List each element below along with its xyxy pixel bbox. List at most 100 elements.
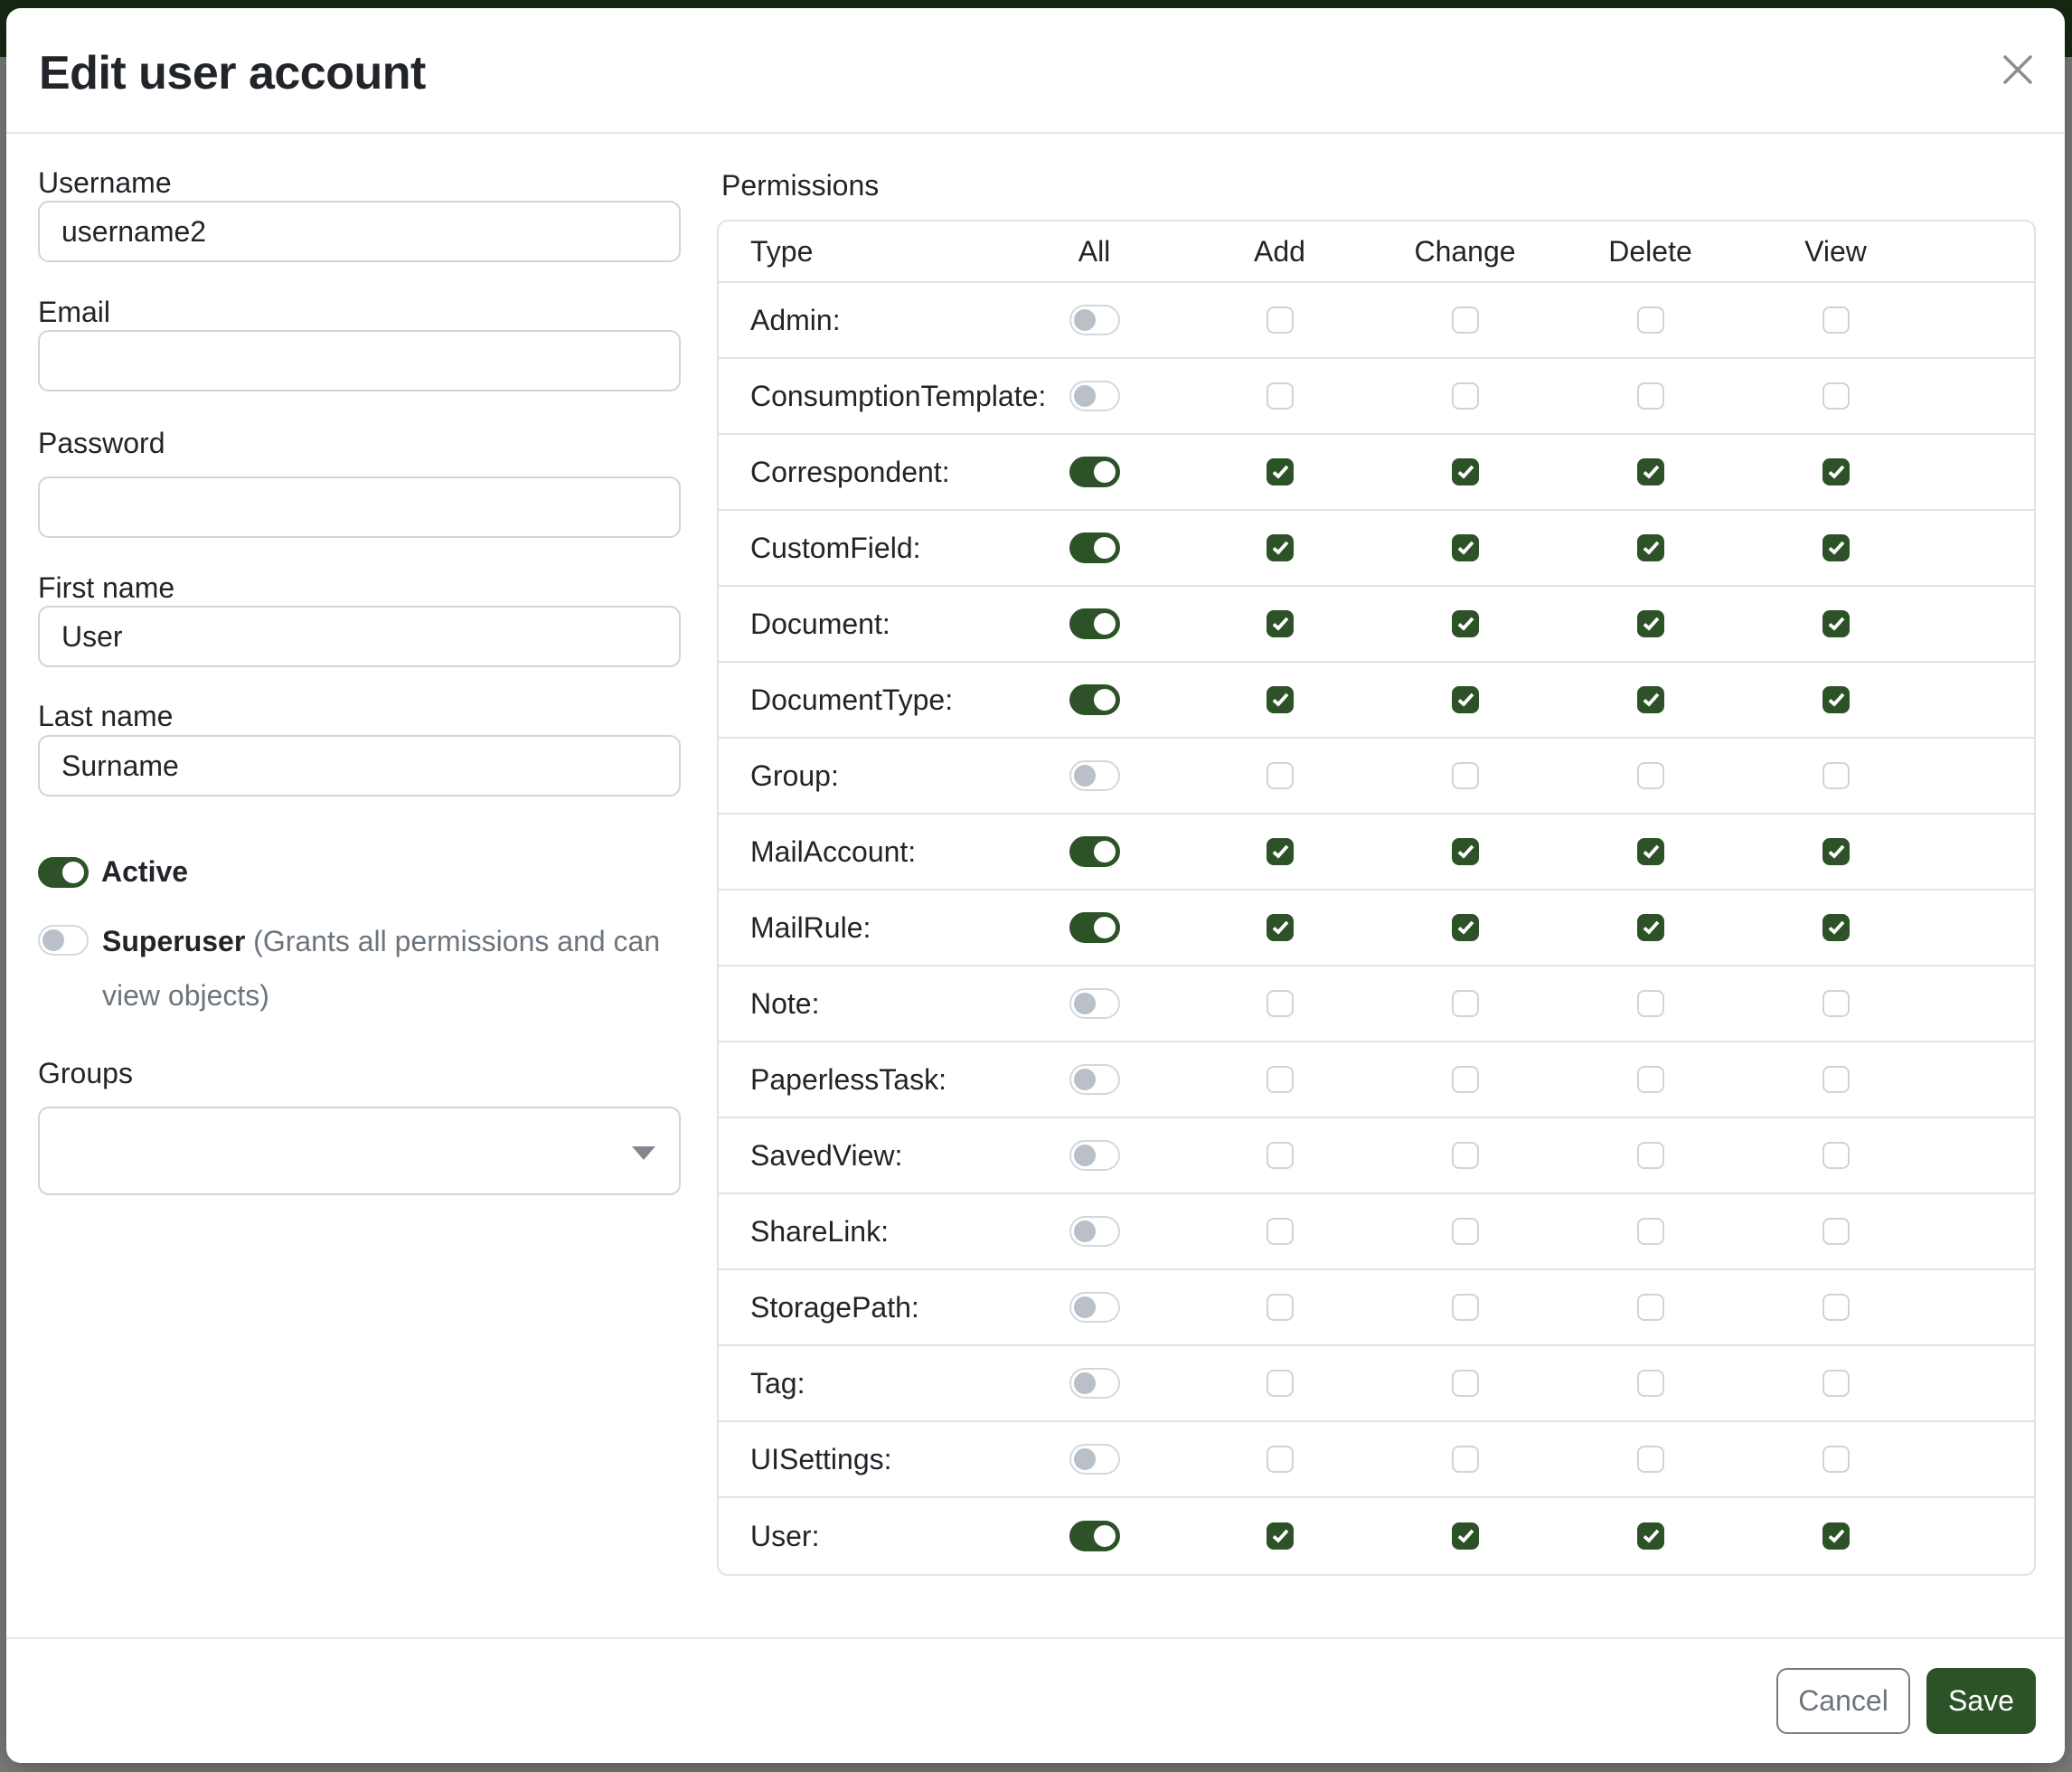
permission-all-toggle[interactable] bbox=[1069, 1292, 1120, 1323]
permission-add-checkbox[interactable] bbox=[1267, 458, 1294, 485]
permission-view-checkbox[interactable] bbox=[1822, 1522, 1850, 1550]
permission-all-toggle[interactable] bbox=[1069, 381, 1120, 411]
permission-add-checkbox[interactable] bbox=[1267, 990, 1294, 1017]
permission-all-toggle[interactable] bbox=[1069, 1521, 1120, 1551]
permission-view-checkbox[interactable] bbox=[1822, 1446, 1850, 1473]
permission-row: ShareLink: bbox=[719, 1194, 2034, 1270]
permission-all-toggle[interactable] bbox=[1069, 305, 1120, 335]
permission-change-checkbox[interactable] bbox=[1452, 534, 1479, 561]
permission-add-checkbox[interactable] bbox=[1267, 1294, 1294, 1321]
permission-add-checkbox[interactable] bbox=[1267, 686, 1294, 713]
permission-add-checkbox[interactable] bbox=[1267, 762, 1294, 789]
permission-add-checkbox[interactable] bbox=[1267, 1142, 1294, 1169]
permission-delete-checkbox[interactable] bbox=[1637, 458, 1664, 485]
permission-delete-checkbox[interactable] bbox=[1637, 1294, 1664, 1321]
first-name-input[interactable] bbox=[38, 606, 681, 667]
cancel-button[interactable]: Cancel bbox=[1776, 1668, 1910, 1734]
permission-view-checkbox[interactable] bbox=[1822, 382, 1850, 410]
permission-add-checkbox[interactable] bbox=[1267, 382, 1294, 410]
last-name-input[interactable] bbox=[38, 735, 681, 796]
permission-add-checkbox[interactable] bbox=[1267, 1218, 1294, 1245]
permission-delete-checkbox[interactable] bbox=[1637, 1218, 1664, 1245]
permission-add-checkbox[interactable] bbox=[1267, 1066, 1294, 1093]
permission-view-checkbox[interactable] bbox=[1822, 1142, 1850, 1169]
permission-change-checkbox[interactable] bbox=[1452, 1066, 1479, 1093]
permission-view-checkbox[interactable] bbox=[1822, 534, 1850, 561]
permission-view-checkbox[interactable] bbox=[1822, 914, 1850, 941]
permission-all-toggle[interactable] bbox=[1069, 1216, 1120, 1247]
permission-add-checkbox[interactable] bbox=[1267, 1446, 1294, 1473]
permission-delete-checkbox[interactable] bbox=[1637, 1370, 1664, 1397]
permission-view-checkbox[interactable] bbox=[1822, 1066, 1850, 1093]
permission-all-toggle[interactable] bbox=[1069, 608, 1120, 639]
permission-change-checkbox[interactable] bbox=[1452, 990, 1479, 1017]
permission-all-toggle[interactable] bbox=[1069, 457, 1120, 487]
permission-change-checkbox[interactable] bbox=[1452, 686, 1479, 713]
permission-change-checkbox[interactable] bbox=[1452, 1142, 1479, 1169]
permission-all-toggle[interactable] bbox=[1069, 760, 1120, 791]
permission-all-toggle[interactable] bbox=[1069, 1444, 1120, 1475]
permission-delete-checkbox[interactable] bbox=[1637, 382, 1664, 410]
permission-view-checkbox[interactable] bbox=[1822, 686, 1850, 713]
permission-delete-checkbox[interactable] bbox=[1637, 990, 1664, 1017]
superuser-toggle[interactable] bbox=[38, 925, 89, 956]
permission-change-checkbox[interactable] bbox=[1452, 1522, 1479, 1550]
permission-delete-checkbox[interactable] bbox=[1637, 306, 1664, 334]
permission-delete-checkbox[interactable] bbox=[1637, 534, 1664, 561]
permission-view-checkbox[interactable] bbox=[1822, 838, 1850, 865]
permission-view-checkbox[interactable] bbox=[1822, 990, 1850, 1017]
permission-change-checkbox[interactable] bbox=[1452, 610, 1479, 637]
permission-view-checkbox[interactable] bbox=[1822, 458, 1850, 485]
permission-delete-checkbox[interactable] bbox=[1637, 838, 1664, 865]
permission-all-toggle[interactable] bbox=[1069, 836, 1120, 867]
permission-view-checkbox[interactable] bbox=[1822, 610, 1850, 637]
close-button[interactable] bbox=[1996, 48, 2039, 91]
save-button[interactable]: Save bbox=[1926, 1668, 2036, 1734]
permission-view-checkbox[interactable] bbox=[1822, 1370, 1850, 1397]
permission-all-toggle[interactable] bbox=[1069, 1140, 1120, 1171]
email-input[interactable] bbox=[38, 330, 681, 391]
permission-add-checkbox[interactable] bbox=[1267, 1370, 1294, 1397]
permission-delete-checkbox[interactable] bbox=[1637, 1522, 1664, 1550]
permission-change-checkbox[interactable] bbox=[1452, 1294, 1479, 1321]
permission-delete-checkbox[interactable] bbox=[1637, 914, 1664, 941]
permission-change-checkbox[interactable] bbox=[1452, 382, 1479, 410]
permission-all-toggle[interactable] bbox=[1069, 912, 1120, 943]
column-header-delete: Delete bbox=[1558, 235, 1743, 269]
permission-change-checkbox[interactable] bbox=[1452, 838, 1479, 865]
permission-change-checkbox[interactable] bbox=[1452, 1446, 1479, 1473]
username-input[interactable] bbox=[38, 201, 681, 262]
permission-row: User: bbox=[719, 1498, 2034, 1574]
permission-add-checkbox[interactable] bbox=[1267, 1522, 1294, 1550]
permission-delete-checkbox[interactable] bbox=[1637, 762, 1664, 789]
permission-add-checkbox[interactable] bbox=[1267, 306, 1294, 334]
permission-all-toggle[interactable] bbox=[1069, 988, 1120, 1019]
permission-add-checkbox[interactable] bbox=[1267, 838, 1294, 865]
permission-change-checkbox[interactable] bbox=[1452, 914, 1479, 941]
permission-delete-checkbox[interactable] bbox=[1637, 1446, 1664, 1473]
permission-all-toggle[interactable] bbox=[1069, 684, 1120, 715]
permission-all-toggle[interactable] bbox=[1069, 533, 1120, 563]
permission-change-checkbox[interactable] bbox=[1452, 1370, 1479, 1397]
permission-change-checkbox[interactable] bbox=[1452, 1218, 1479, 1245]
password-input[interactable] bbox=[38, 476, 681, 538]
permission-delete-checkbox[interactable] bbox=[1637, 610, 1664, 637]
permission-add-checkbox[interactable] bbox=[1267, 534, 1294, 561]
permission-type-label: UISettings: bbox=[750, 1443, 1002, 1476]
permission-view-checkbox[interactable] bbox=[1822, 1294, 1850, 1321]
permission-add-checkbox[interactable] bbox=[1267, 610, 1294, 637]
permission-view-checkbox[interactable] bbox=[1822, 1218, 1850, 1245]
permission-delete-checkbox[interactable] bbox=[1637, 686, 1664, 713]
permission-change-checkbox[interactable] bbox=[1452, 306, 1479, 334]
permission-view-checkbox[interactable] bbox=[1822, 306, 1850, 334]
permission-delete-checkbox[interactable] bbox=[1637, 1142, 1664, 1169]
permission-all-toggle[interactable] bbox=[1069, 1064, 1120, 1095]
permission-change-checkbox[interactable] bbox=[1452, 762, 1479, 789]
permission-all-toggle[interactable] bbox=[1069, 1368, 1120, 1399]
permission-add-checkbox[interactable] bbox=[1267, 914, 1294, 941]
permission-change-checkbox[interactable] bbox=[1452, 458, 1479, 485]
permission-view-checkbox[interactable] bbox=[1822, 762, 1850, 789]
permission-delete-checkbox[interactable] bbox=[1637, 1066, 1664, 1093]
active-toggle[interactable] bbox=[38, 857, 89, 888]
groups-select[interactable] bbox=[38, 1107, 681, 1195]
